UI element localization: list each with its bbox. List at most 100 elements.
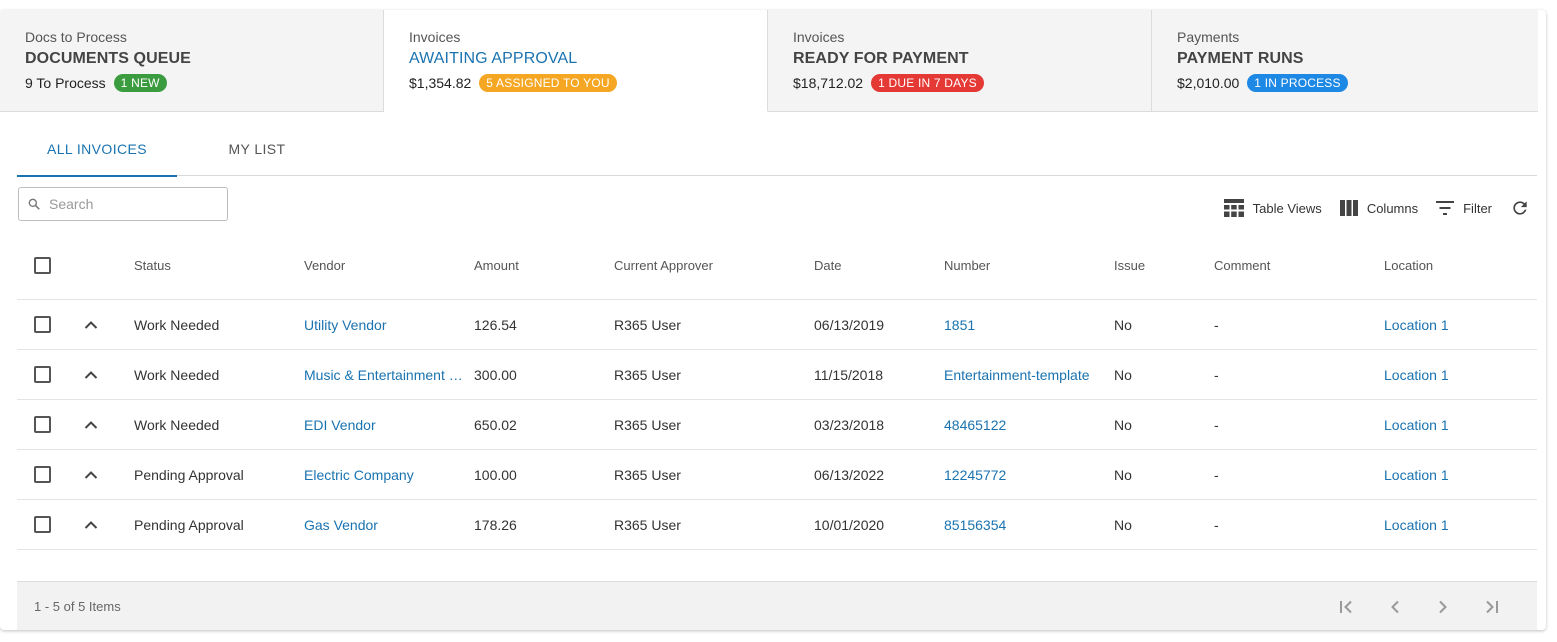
table-row[interactable]: Work Needed Utility Vendor 126.54 R365 U… bbox=[17, 300, 1537, 350]
row-status: Work Needed bbox=[134, 416, 220, 433]
row-checkbox[interactable] bbox=[34, 416, 51, 433]
last-page-button[interactable] bbox=[1467, 594, 1515, 620]
status-badge: 1 IN PROCESS bbox=[1247, 74, 1348, 92]
summary-tiles: Docs to Process DOCUMENTS QUEUE 9 To Pro… bbox=[0, 10, 1546, 112]
row-amount: 126.54 bbox=[474, 316, 517, 333]
row-vendor-link[interactable]: Gas Vendor bbox=[304, 517, 474, 533]
invoices-panel: Docs to Process DOCUMENTS QUEUE 9 To Pro… bbox=[0, 10, 1546, 630]
row-number-link[interactable]: 12245772 bbox=[944, 467, 1114, 483]
chevron-right-icon bbox=[1439, 600, 1447, 614]
invoice-tabs: ALL INVOICES MY LIST bbox=[17, 122, 1537, 177]
row-issue: No bbox=[1114, 516, 1132, 533]
table-footer: 1 - 5 of 5 Items bbox=[17, 581, 1537, 630]
row-checkbox[interactable] bbox=[34, 366, 51, 383]
tile-value: $18,712.02 bbox=[793, 75, 864, 91]
row-status: Work Needed bbox=[134, 366, 220, 383]
row-checkbox[interactable] bbox=[34, 316, 51, 333]
row-vendor-link[interactable]: Utility Vendor bbox=[304, 317, 474, 333]
row-issue: No bbox=[1114, 316, 1132, 333]
pagination bbox=[1323, 594, 1515, 620]
row-date: 06/13/2019 bbox=[814, 316, 885, 333]
column-header-comment[interactable]: Comment bbox=[1214, 258, 1384, 273]
chevron-up-icon[interactable] bbox=[84, 420, 98, 430]
table-toolbar: Table Views Columns Filter bbox=[1206, 196, 1530, 220]
tile-label: Invoices bbox=[793, 29, 845, 45]
search-input[interactable] bbox=[49, 196, 219, 212]
first-page-icon bbox=[1340, 600, 1352, 614]
column-header-status[interactable]: Status bbox=[134, 258, 304, 273]
tile-documents-queue[interactable]: Docs to Process DOCUMENTS QUEUE 9 To Pro… bbox=[0, 10, 384, 112]
table-row[interactable]: Work Needed Music & Entertainment Vendor… bbox=[17, 350, 1537, 400]
row-number-link[interactable]: 1851 bbox=[944, 317, 1114, 333]
table-views-icon bbox=[1223, 199, 1244, 217]
tab-all-invoices[interactable]: ALL INVOICES bbox=[17, 122, 177, 177]
row-issue: No bbox=[1114, 416, 1132, 433]
row-comment: - bbox=[1214, 416, 1219, 433]
chevron-up-icon[interactable] bbox=[84, 320, 98, 330]
tile-ready-for-payment[interactable]: Invoices READY FOR PAYMENT $18,712.02 1 … bbox=[768, 10, 1152, 112]
previous-page-button[interactable] bbox=[1371, 594, 1419, 620]
invoices-table: Status Vendor Amount Current Approver Da… bbox=[17, 232, 1537, 550]
column-header-amount[interactable]: Amount bbox=[474, 258, 614, 273]
row-vendor-link[interactable]: Music & Entertainment Vendor bbox=[304, 367, 474, 383]
table-header: Status Vendor Amount Current Approver Da… bbox=[17, 232, 1537, 300]
refresh-button[interactable] bbox=[1510, 198, 1530, 218]
table-row[interactable]: Pending Approval Electric Company 100.00… bbox=[17, 450, 1537, 500]
tile-payment-runs[interactable]: Payments PAYMENT RUNS $2,010.00 1 IN PRO… bbox=[1152, 10, 1538, 112]
table-views-label: Table Views bbox=[1252, 200, 1322, 216]
tile-label: Invoices bbox=[409, 29, 461, 45]
next-page-button[interactable] bbox=[1419, 594, 1467, 620]
tile-title: READY FOR PAYMENT bbox=[793, 50, 969, 67]
row-approver: R365 User bbox=[614, 516, 681, 533]
column-header-location[interactable]: Location bbox=[1384, 258, 1534, 273]
column-header-approver[interactable]: Current Approver bbox=[614, 258, 814, 273]
search-box[interactable] bbox=[18, 187, 228, 221]
chevron-up-icon[interactable] bbox=[84, 520, 98, 530]
row-location-link[interactable]: Location 1 bbox=[1384, 467, 1534, 483]
row-location-link[interactable]: Location 1 bbox=[1384, 367, 1534, 383]
search-icon bbox=[28, 198, 40, 210]
tile-title: DOCUMENTS QUEUE bbox=[25, 50, 191, 67]
row-number-link[interactable]: Entertainment-template bbox=[944, 367, 1114, 383]
column-header-issue[interactable]: Issue bbox=[1114, 258, 1214, 273]
filter-label: Filter bbox=[1463, 200, 1492, 216]
table-row[interactable]: Pending Approval Gas Vendor 178.26 R365 … bbox=[17, 500, 1537, 550]
row-number-link[interactable]: 48465122 bbox=[944, 417, 1114, 433]
row-checkbox[interactable] bbox=[34, 516, 51, 533]
columns-button[interactable]: Columns bbox=[1339, 200, 1418, 216]
row-vendor-link[interactable]: EDI Vendor bbox=[304, 417, 474, 433]
table-row[interactable]: Work Needed EDI Vendor 650.02 R365 User … bbox=[17, 400, 1537, 450]
row-location-link[interactable]: Location 1 bbox=[1384, 317, 1534, 333]
chevron-up-icon[interactable] bbox=[84, 370, 98, 380]
tile-label: Payments bbox=[1177, 29, 1240, 45]
first-page-button[interactable] bbox=[1323, 594, 1371, 620]
tile-value: $1,354.82 bbox=[409, 75, 472, 91]
row-issue: No bbox=[1114, 366, 1132, 383]
last-page-icon bbox=[1486, 600, 1498, 614]
select-all-checkbox[interactable] bbox=[34, 257, 51, 274]
column-header-number[interactable]: Number bbox=[944, 258, 1114, 273]
row-checkbox[interactable] bbox=[34, 466, 51, 483]
chevron-up-icon[interactable] bbox=[84, 470, 98, 480]
refresh-icon bbox=[1513, 201, 1527, 215]
row-amount: 100.00 bbox=[474, 466, 517, 483]
row-date: 03/23/2018 bbox=[814, 416, 885, 433]
row-location-link[interactable]: Location 1 bbox=[1384, 517, 1534, 533]
status-badge: 1 NEW bbox=[113, 74, 167, 92]
row-date: 11/15/2018 bbox=[814, 366, 884, 383]
row-number-link[interactable]: 85156354 bbox=[944, 517, 1114, 533]
filter-button[interactable]: Filter bbox=[1436, 201, 1492, 216]
row-amount: 650.02 bbox=[474, 416, 517, 433]
status-badge: 5 ASSIGNED TO YOU bbox=[479, 74, 617, 92]
table-views-button[interactable]: Table Views bbox=[1223, 199, 1322, 217]
table-empty-area bbox=[17, 550, 1537, 581]
column-header-date[interactable]: Date bbox=[814, 258, 944, 273]
tile-value: $2,010.00 bbox=[1177, 75, 1240, 91]
row-vendor-link[interactable]: Electric Company bbox=[304, 467, 474, 483]
row-status: Pending Approval bbox=[134, 516, 244, 533]
filter-icon bbox=[1436, 201, 1455, 215]
row-location-link[interactable]: Location 1 bbox=[1384, 417, 1534, 433]
tab-my-list[interactable]: MY LIST bbox=[177, 122, 337, 176]
tile-awaiting-approval[interactable]: Invoices AWAITING APPROVAL $1,354.82 5 A… bbox=[384, 10, 768, 112]
column-header-vendor[interactable]: Vendor bbox=[304, 258, 474, 273]
